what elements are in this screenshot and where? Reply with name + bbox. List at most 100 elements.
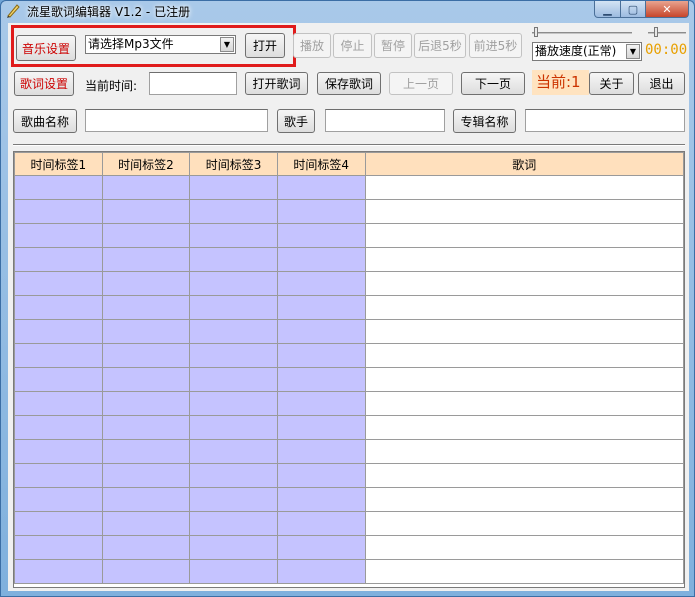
time-tag-cell[interactable] [189, 319, 278, 344]
time-tag-cell[interactable] [101, 367, 191, 392]
lyric-cell[interactable] [364, 439, 684, 464]
time-tag-cell[interactable] [276, 175, 366, 200]
time-tag-cell[interactable] [101, 247, 191, 272]
lyric-cell[interactable] [364, 319, 684, 344]
time-tag-cell[interactable] [276, 391, 366, 416]
current-time-field[interactable] [149, 72, 237, 95]
time-tag-cell[interactable] [189, 415, 278, 440]
progress-slider-thumb[interactable] [534, 27, 538, 37]
forward-5s-button[interactable]: 前进5秒 [469, 33, 522, 58]
time-tag-cell[interactable] [14, 319, 103, 344]
time-tag-cell[interactable] [101, 391, 191, 416]
chevron-down-icon[interactable]: ▼ [220, 37, 234, 52]
column-header-lyrics[interactable]: 歌词 [364, 152, 684, 176]
lyric-cell[interactable] [364, 559, 684, 584]
save-lyrics-button[interactable]: 保存歌词 [317, 72, 381, 95]
time-tag-cell[interactable] [14, 367, 103, 392]
time-tag-cell[interactable] [189, 391, 278, 416]
maximize-button[interactable]: ▢ [620, 1, 646, 18]
time-tag-cell[interactable] [101, 199, 191, 224]
minimize-button[interactable]: ▁ [594, 1, 621, 18]
mp3-file-select[interactable]: 请选择Mp3文件 ▼ [85, 35, 236, 54]
lyric-cell[interactable] [364, 463, 684, 488]
time-tag-cell[interactable] [101, 319, 191, 344]
time-tag-cell[interactable] [276, 199, 366, 224]
time-tag-cell[interactable] [276, 271, 366, 296]
lyric-cell[interactable] [364, 295, 684, 320]
time-tag-cell[interactable] [14, 343, 103, 368]
time-tag-cell[interactable] [14, 535, 103, 560]
time-tag-cell[interactable] [276, 487, 366, 512]
about-button[interactable]: 关于 [589, 72, 634, 95]
open-lyrics-button[interactable]: 打开歌词 [245, 72, 308, 95]
time-tag-cell[interactable] [101, 439, 191, 464]
time-tag-cell[interactable] [14, 271, 103, 296]
time-tag-cell[interactable] [276, 247, 366, 272]
time-tag-cell[interactable] [189, 175, 278, 200]
lyric-cell[interactable] [364, 247, 684, 272]
time-tag-cell[interactable] [14, 487, 103, 512]
time-tag-cell[interactable] [14, 295, 103, 320]
time-tag-cell[interactable] [276, 463, 366, 488]
time-tag-cell[interactable] [14, 559, 103, 584]
time-tag-cell[interactable] [189, 511, 278, 536]
chevron-down-icon[interactable]: ▼ [626, 44, 640, 59]
prev-page-button[interactable]: 上一页 [389, 72, 453, 95]
lyric-cell[interactable] [364, 511, 684, 536]
column-header-time-tag-3[interactable]: 时间标签3 [189, 152, 278, 176]
time-tag-cell[interactable] [101, 223, 191, 248]
time-tag-cell[interactable] [101, 343, 191, 368]
pause-button[interactable]: 暂停 [374, 33, 412, 58]
time-tag-cell[interactable] [101, 559, 191, 584]
column-header-time-tag-1[interactable]: 时间标签1 [14, 152, 103, 176]
time-tag-cell[interactable] [189, 199, 278, 224]
time-tag-cell[interactable] [276, 223, 366, 248]
volume-slider-thumb[interactable] [654, 27, 658, 37]
time-tag-cell[interactable] [189, 271, 278, 296]
time-tag-cell[interactable] [14, 391, 103, 416]
album-name-field[interactable] [525, 109, 685, 132]
singer-field[interactable] [325, 109, 445, 132]
time-tag-cell[interactable] [189, 367, 278, 392]
rewind-5s-button[interactable]: 后退5秒 [414, 33, 466, 58]
time-tag-cell[interactable] [101, 487, 191, 512]
time-tag-cell[interactable] [14, 511, 103, 536]
lyric-cell[interactable] [364, 391, 684, 416]
time-tag-cell[interactable] [14, 415, 103, 440]
time-tag-cell[interactable] [276, 295, 366, 320]
time-tag-cell[interactable] [14, 199, 103, 224]
play-button[interactable]: 播放 [293, 33, 331, 58]
speed-select[interactable]: 播放速度(正常) ▼ [532, 42, 642, 61]
song-name-field[interactable] [85, 109, 268, 132]
time-tag-cell[interactable] [276, 367, 366, 392]
column-header-time-tag-2[interactable]: 时间标签2 [101, 152, 191, 176]
time-tag-cell[interactable] [14, 439, 103, 464]
time-tag-cell[interactable] [14, 463, 103, 488]
lyric-cell[interactable] [364, 223, 684, 248]
time-tag-cell[interactable] [189, 439, 278, 464]
lyric-cell[interactable] [364, 271, 684, 296]
time-tag-cell[interactable] [276, 343, 366, 368]
time-tag-cell[interactable] [276, 439, 366, 464]
time-tag-cell[interactable] [189, 223, 278, 248]
time-tag-cell[interactable] [276, 535, 366, 560]
time-tag-cell[interactable] [189, 535, 278, 560]
time-tag-cell[interactable] [189, 247, 278, 272]
next-page-button[interactable]: 下一页 [461, 72, 525, 95]
close-button[interactable]: ✕ [645, 1, 689, 18]
lyric-cell[interactable] [364, 415, 684, 440]
time-tag-cell[interactable] [101, 463, 191, 488]
lyric-cell[interactable] [364, 367, 684, 392]
progress-slider-track[interactable] [532, 32, 632, 34]
column-header-time-tag-4[interactable]: 时间标签4 [276, 152, 366, 176]
time-tag-cell[interactable] [189, 295, 278, 320]
time-tag-cell[interactable] [14, 247, 103, 272]
time-tag-cell[interactable] [276, 319, 366, 344]
open-file-button[interactable]: 打开 [245, 33, 285, 58]
time-tag-cell[interactable] [101, 535, 191, 560]
stop-button[interactable]: 停止 [333, 33, 372, 58]
lyric-cell[interactable] [364, 175, 684, 200]
time-tag-cell[interactable] [189, 343, 278, 368]
lyric-settings-button[interactable]: 歌词设置 [14, 71, 74, 96]
time-tag-cell[interactable] [101, 295, 191, 320]
